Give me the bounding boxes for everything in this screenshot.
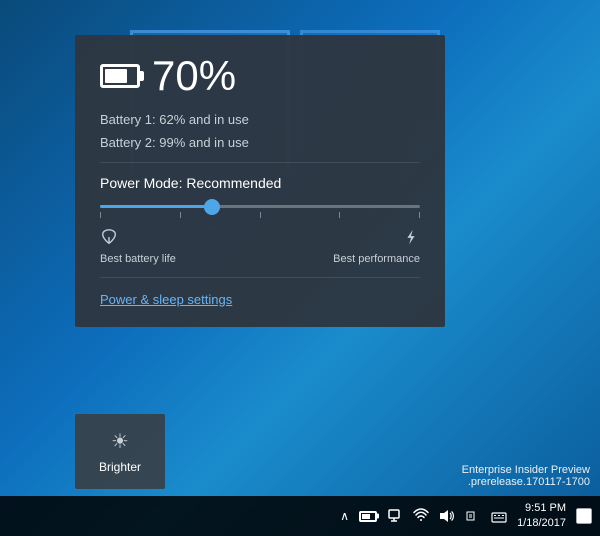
battery-header: 70% [100, 55, 420, 97]
battery-life-icon [100, 228, 118, 251]
slider-ticks [100, 212, 420, 218]
watermark-line2: .prerelease.170117-1700 [462, 476, 590, 488]
brightness-icon: ☀ [111, 429, 129, 454]
desktop: 70% Battery 1: 62% and in use Battery 2:… [0, 0, 600, 536]
taskbar-ime-icon[interactable] [491, 508, 507, 524]
divider [100, 162, 420, 163]
power-mode-label: Power Mode: Recommended [100, 175, 420, 191]
slider-track [100, 205, 420, 208]
system-tray: ∧ [340, 501, 592, 532]
system-clock[interactable]: 9:51 PM 1/18/2017 [517, 501, 566, 532]
taskbar-battery-icon[interactable] [359, 511, 377, 522]
system-tray-chevron[interactable]: ∧ [340, 509, 349, 523]
taskbar-wifi-icon[interactable] [413, 508, 429, 524]
battery-icon [100, 64, 140, 88]
brighter-label: Brighter [99, 460, 141, 474]
battery-fill [105, 69, 127, 83]
clock-date: 1/18/2017 [517, 516, 566, 531]
performance-icon [402, 228, 420, 251]
battery2-info: Battery 2: 99% and in use [100, 135, 420, 150]
best-battery-label: Best battery life [100, 253, 176, 265]
slider-thumb[interactable] [204, 199, 220, 215]
taskbar-brightness-icon[interactable] [387, 508, 403, 524]
clock-time: 9:51 PM [525, 501, 566, 516]
battery-panel: 70% Battery 1: 62% and in use Battery 2:… [75, 35, 445, 327]
os-watermark: Enterprise Insider Preview .prerelease.1… [462, 464, 590, 488]
best-performance-label: Best performance [333, 253, 420, 265]
battery1-info: Battery 1: 62% and in use [100, 112, 420, 127]
power-sleep-link[interactable]: Power & sleep settings [100, 292, 420, 307]
battery-percentage: 70% [152, 55, 236, 97]
taskbar: ∧ [0, 496, 600, 536]
slider-fill [100, 205, 212, 208]
notification-icon[interactable] [576, 508, 592, 524]
slider-labels: Best battery life Best performance [100, 228, 420, 265]
brighter-panel[interactable]: ☀ Brighter [75, 414, 165, 489]
taskbar-keyboard-icon[interactable] [465, 508, 481, 524]
watermark-line1: Enterprise Insider Preview [462, 464, 590, 476]
divider2 [100, 277, 420, 278]
taskbar-volume-icon[interactable] [439, 508, 455, 524]
power-mode-slider[interactable] [100, 205, 420, 218]
slider-label-right: Best performance [333, 228, 420, 265]
slider-label-left: Best battery life [100, 228, 176, 265]
